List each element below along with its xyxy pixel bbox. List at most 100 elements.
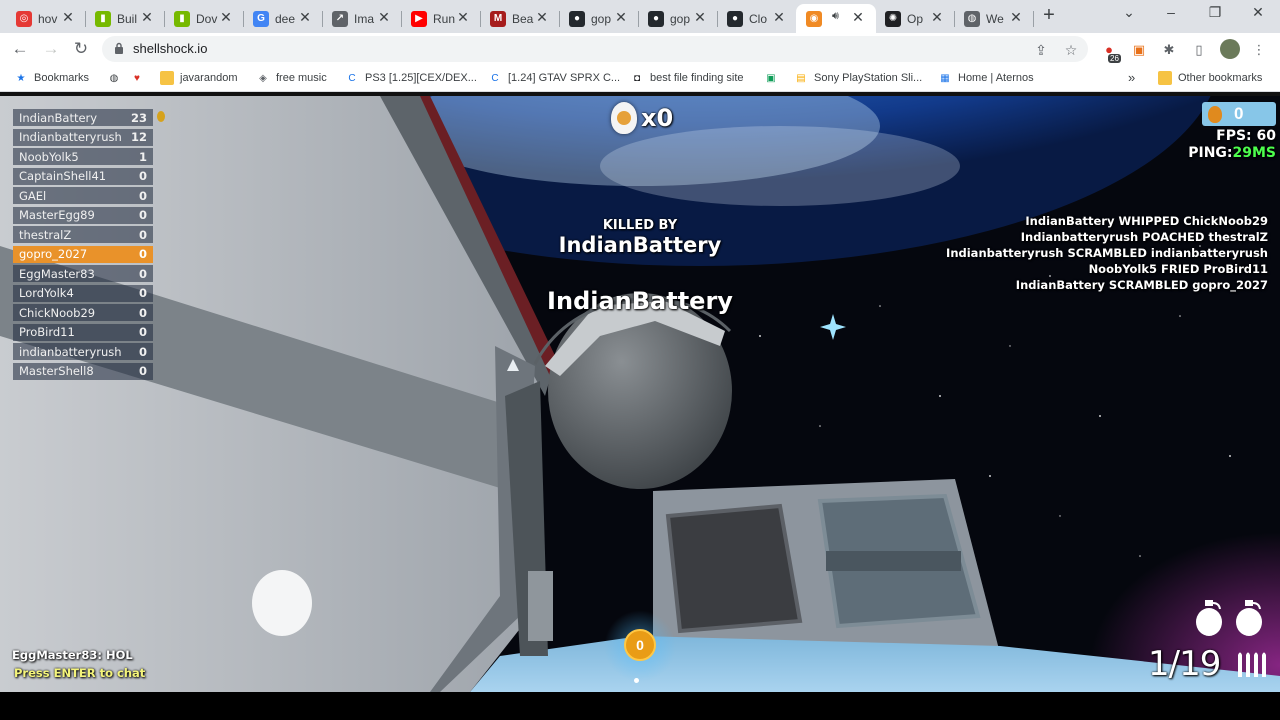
golden-egg-icon [1208, 105, 1222, 123]
bookmark-item[interactable]: javarandom [160, 71, 237, 85]
leader-egg-icon [157, 111, 165, 122]
minimize-button[interactable]: – [1160, 4, 1182, 20]
killed-by-label: KILLED BY [602, 218, 678, 233]
tab-close-icon[interactable]: ✕ [139, 9, 155, 26]
avatar[interactable] [1220, 39, 1240, 59]
game-viewport[interactable]: IndianBattery 23 Indianbatteryrush 12 NoobYo… [0, 96, 1280, 692]
bookmark-item[interactable]: ◈ free music [256, 71, 327, 85]
game-scene [0, 96, 1280, 692]
medium-icon: M [490, 10, 506, 27]
scoreboard-row: MasterEgg89 0 [13, 206, 153, 224]
browser-tab[interactable]: ▶ Run ✕ [401, 4, 481, 33]
bookmark-item[interactable]: ◍ [107, 71, 127, 85]
tab-close-icon[interactable]: ✕ [455, 9, 471, 26]
ping-value: 29MS [1232, 145, 1277, 161]
tab-close-icon[interactable]: ✕ [218, 9, 234, 26]
menu-kebab-icon[interactable]: ⋮ [1250, 41, 1268, 59]
chart-icon: ↗ [332, 10, 348, 27]
tab-close-icon[interactable]: ✕ [60, 9, 76, 26]
new-tab-button[interactable]: + [1038, 5, 1060, 27]
address-bar[interactable]: shellshock.io ⇪ ☆ [102, 36, 1088, 62]
bag-icon: ▤ [796, 72, 806, 84]
chat-hint: Press ENTER to chat [14, 666, 146, 680]
restore-button[interactable]: ❐ [1204, 4, 1226, 21]
player-score: 0 [138, 247, 147, 261]
bookmark-star-icon[interactable]: ☆ [1062, 41, 1080, 59]
kill-feed-entry: Indianbatteryrush SCRAMBLED indianbatter… [946, 246, 1268, 260]
browser-toolbar: ← → ↻ shellshock.io ⇪ ☆ ● ▣ ✱ ▯ ⋮ [0, 33, 1280, 65]
browser-tab[interactable]: ▮ Dov ✕ [164, 4, 244, 33]
browser-tab[interactable]: ● gop ✕ [638, 4, 718, 33]
audio-playing-icon[interactable]: 🔊︎ [832, 10, 839, 23]
github-icon: ● [569, 10, 585, 27]
browser-tab[interactable]: ◉ 🔊︎ ✕ [796, 4, 876, 33]
tab-close-icon[interactable]: ✕ [534, 9, 550, 26]
tab-close-icon[interactable]: ✕ [929, 9, 945, 26]
tab-close-icon[interactable]: ✕ [692, 9, 708, 26]
bookmark-item[interactable]: ▣ [764, 71, 784, 85]
bullets-icon [1238, 652, 1266, 677]
forward-button[interactable]: → [41, 39, 61, 59]
player-score: 0 [138, 344, 147, 359]
player-name: ProBird11 [19, 325, 75, 339]
bookmark-item[interactable]: ▤ Sony PlayStation Sli... [794, 71, 922, 85]
tab-close-icon[interactable]: ✕ [1008, 9, 1024, 26]
player-name: CaptainShell41 [19, 169, 107, 183]
heart-icon: ♥ [134, 72, 140, 84]
browser-tab[interactable]: ◍ We ✕ [954, 4, 1034, 33]
bookmark-label: Sony PlayStation Sli... [814, 72, 923, 84]
player-name: Indianbatteryrush [19, 130, 122, 144]
tab-close-icon[interactable]: ✕ [297, 9, 313, 26]
tab-close-icon[interactable]: ✕ [850, 9, 866, 26]
skull-egg-icon [611, 102, 637, 134]
other-bookmarks[interactable]: Other bookmarks [1158, 71, 1262, 85]
browser-tab[interactable]: ● Clo ✕ [717, 4, 797, 33]
bookmark-item[interactable]: C PS3 [1.25][CEX/DEX... [345, 71, 477, 85]
bookmarks-overflow-button[interactable]: » [1128, 70, 1135, 85]
robot-icon: ◘ [633, 72, 641, 84]
folder-icon [160, 71, 174, 85]
browser-tab[interactable]: M Bea ✕ [480, 4, 560, 33]
bookmark-item[interactable]: ★ Bookmarks [14, 71, 90, 85]
bookmark-item[interactable]: C [1.24] GTAV SPRX C... [488, 71, 620, 85]
c-icon: C [491, 72, 499, 84]
bookmark-item[interactable]: ▦ Home | Aternos [938, 71, 1033, 85]
kill-feed-entry: IndianBattery SCRAMBLED gopro_2027 [1015, 278, 1268, 292]
bookmark-item[interactable]: ♥ [130, 71, 150, 85]
player-name: indianbatteryrush [19, 344, 122, 359]
browser-tab[interactable]: ● gop ✕ [559, 4, 639, 33]
bookmark-item[interactable]: ◘ best file finding site [630, 71, 744, 85]
scoreboard-row: LordYolk4 0 [13, 284, 153, 302]
scoreboard-row: ProBird11 0 [13, 323, 153, 341]
side-panel-icon[interactable]: ▯ [1190, 41, 1208, 59]
reload-button[interactable]: ↻ [71, 39, 91, 59]
lock-icon [115, 42, 123, 54]
close-window-button[interactable]: ✕ [1247, 4, 1269, 21]
tab-search-chevron-icon[interactable]: ⌄ [1118, 4, 1140, 21]
tab-close-icon[interactable]: ✕ [376, 9, 392, 26]
player-name: EggMaster83 [19, 266, 95, 281]
extension-color-icon[interactable]: ▣ [1130, 41, 1148, 59]
recaptcha-icon: ◎ [16, 10, 32, 27]
share-icon[interactable]: ⇪ [1032, 41, 1050, 59]
aternos-icon: ▦ [940, 72, 950, 84]
player-nametag: IndianBattery [547, 287, 733, 315]
browser-tab[interactable]: ↗ Ima ✕ [322, 4, 402, 33]
browser-tab[interactable]: ◎ hov ✕ [6, 4, 86, 33]
bookmark-label: [1.24] GTAV SPRX C... [508, 72, 621, 84]
browser-tab[interactable]: ✺ Op ✕ [875, 4, 955, 33]
google-icon: G [253, 10, 269, 27]
tab-close-icon[interactable]: ✕ [613, 9, 629, 26]
browser-tab[interactable]: Gdee ✕ [243, 4, 323, 33]
scoreboard-row: Indianbatteryrush 12 [13, 128, 153, 146]
fps-label: FPS: [1216, 128, 1252, 144]
extensions-puzzle-icon[interactable]: ✱ [1160, 41, 1178, 59]
egg-currency-counter: 0 [1202, 102, 1276, 126]
fps-readout: FPS: 60 [1216, 128, 1276, 144]
scoreboard-row: NoobYolk5 1 [13, 148, 153, 165]
c-icon: C [348, 72, 356, 84]
back-button[interactable]: ← [10, 39, 30, 59]
tab-close-icon[interactable]: ✕ [771, 9, 787, 26]
browser-tab[interactable]: ▮ Buil ✕ [85, 4, 165, 33]
folder-icon [1158, 71, 1172, 85]
